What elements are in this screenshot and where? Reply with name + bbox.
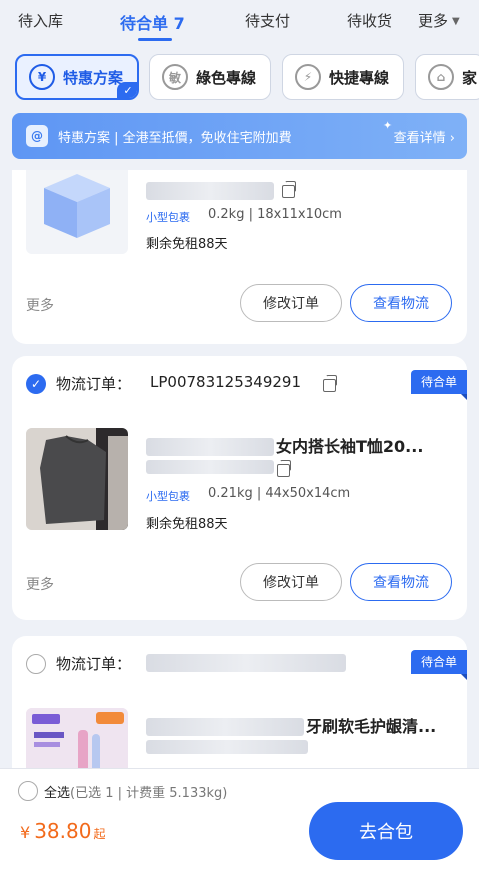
toothbrush-image bbox=[26, 708, 128, 776]
plan-label: 特惠方案 bbox=[63, 68, 124, 87]
product-title: 牙刷软毛护龈清... bbox=[306, 717, 437, 736]
status-badge: 待合单 bbox=[411, 650, 467, 680]
order-number-label: 物流订单： bbox=[56, 375, 132, 393]
modify-order-button[interactable]: 修改订单 bbox=[240, 284, 342, 322]
caret-down-icon: ▼ bbox=[452, 16, 460, 27]
free-storage-days: 剩余免租88天 bbox=[146, 517, 228, 532]
view-logistics-button[interactable]: 查看物流 bbox=[350, 563, 452, 601]
price-suffix: 起 bbox=[93, 827, 106, 841]
lightning-icon: ⚡ bbox=[295, 64, 321, 90]
order-select-checkbox[interactable] bbox=[26, 654, 46, 674]
selection-summary: (已选 1 | 计费重 5.133kg) bbox=[70, 786, 228, 801]
view-logistics-button[interactable]: 查看物流 bbox=[350, 284, 452, 322]
clothing-image bbox=[26, 428, 128, 530]
sensitive-icon: 敏 bbox=[162, 64, 188, 90]
blurred-order-number bbox=[146, 182, 274, 200]
order-status-tabs: 待入库 待合单 7 待支付 待收货 更多 ▼ bbox=[0, 0, 479, 44]
product-thumbnail bbox=[26, 170, 128, 254]
blurred-order-number bbox=[146, 654, 346, 672]
modify-order-button[interactable]: 修改订单 bbox=[240, 563, 342, 601]
promo-icon: @ bbox=[26, 125, 48, 147]
copy-icon[interactable] bbox=[323, 375, 337, 392]
tab-pending-payment[interactable]: 待支付 bbox=[245, 10, 290, 31]
selected-check-icon: ✓ bbox=[117, 82, 137, 98]
promo-banner[interactable]: @ 特惠方案 | 全港至抵價，免收住宅附加費 ✦ 查看详情 › bbox=[12, 113, 467, 159]
package-size-tag: 小型包裹 bbox=[146, 211, 190, 224]
blurred-tracking bbox=[146, 740, 308, 754]
view-details-label: 查看详情 bbox=[393, 130, 446, 146]
copy-icon[interactable] bbox=[277, 460, 291, 477]
blurred-shop-name bbox=[146, 438, 274, 456]
more-options[interactable]: 更多 bbox=[26, 295, 54, 315]
total-price: ¥38.80 起 bbox=[20, 819, 105, 843]
merge-package-button[interactable]: 去合包 bbox=[309, 802, 463, 860]
free-storage-days: 剩余免租88天 bbox=[146, 237, 228, 252]
currency-symbol: ¥ bbox=[20, 823, 31, 842]
select-all-label[interactable]: 全选(已选 1 | 计费重 5.133kg) bbox=[44, 782, 227, 801]
status-badge: 待合单 bbox=[411, 370, 467, 400]
tab-pending-storage[interactable]: 待入库 bbox=[18, 10, 63, 31]
select-all-text: 全选 bbox=[44, 786, 71, 801]
sparkle-icon: ✦ bbox=[383, 119, 393, 132]
more-options[interactable]: 更多 bbox=[26, 574, 54, 594]
order-number: LP00783125349291 bbox=[150, 373, 302, 391]
product-title: 女内搭长袖T恤20... bbox=[276, 437, 424, 456]
order-card: 物流订单： 待合单 牙刷软毛护龈清... bbox=[12, 636, 467, 776]
plan-chip-special-offer[interactable]: ¥ 特惠方案 ✓ bbox=[15, 54, 139, 100]
plan-label: 家 bbox=[462, 68, 478, 87]
package-spec: 0.21kg | 44x50x14cm bbox=[208, 486, 351, 501]
order-card: ✓ 物流订单： LP00783125349291 待合单 女内搭长袖T恤20..… bbox=[12, 356, 467, 620]
plan-chip-green-line[interactable]: 敏 綠色專線 bbox=[149, 54, 271, 100]
plan-chip-furniture[interactable]: ⌂ 家 bbox=[415, 54, 479, 100]
plan-chip-express-line[interactable]: ⚡ 快捷專線 bbox=[282, 54, 404, 100]
checkout-bar: 全选(已选 1 | 计费重 5.133kg) ¥38.80 起 去合包 bbox=[0, 768, 479, 869]
tab-more-label: 更多 bbox=[418, 12, 449, 30]
package-spec: 0.2kg | 18x11x10cm bbox=[208, 207, 342, 222]
tab-pending-receipt[interactable]: 待收货 bbox=[347, 10, 392, 31]
package-box-icon bbox=[44, 174, 110, 238]
yen-icon: ¥ bbox=[29, 64, 55, 90]
product-thumbnail bbox=[26, 428, 128, 530]
blurred-tracking bbox=[146, 460, 274, 474]
view-details-link[interactable]: 查看详情 › bbox=[394, 127, 455, 146]
active-tab-indicator bbox=[138, 38, 172, 41]
blurred-shop-name bbox=[146, 718, 304, 736]
order-select-checkbox[interactable]: ✓ bbox=[26, 374, 46, 394]
order-card: 小型包裹 0.2kg | 18x11x10cm 剩余免租88天 更多 修改订单 … bbox=[12, 170, 467, 344]
plan-label: 快捷專線 bbox=[329, 68, 390, 87]
shipping-plan-selector: ¥ 特惠方案 ✓ 敏 綠色專線 ⚡ 快捷專線 ⌂ 家 bbox=[0, 50, 479, 106]
sofa-icon: ⌂ bbox=[428, 64, 454, 90]
price-value: 38.80 bbox=[34, 819, 92, 843]
tab-more[interactable]: 更多 ▼ bbox=[418, 10, 460, 31]
package-size-tag: 小型包裹 bbox=[146, 490, 190, 503]
plan-label: 綠色專線 bbox=[196, 68, 257, 87]
product-thumbnail bbox=[26, 708, 128, 776]
order-number-label: 物流订单： bbox=[56, 655, 132, 673]
tab-pending-merge[interactable]: 待合单 7 bbox=[120, 10, 185, 34]
promo-text: 特惠方案 | 全港至抵價，免收住宅附加費 bbox=[58, 130, 292, 146]
copy-icon[interactable] bbox=[282, 181, 296, 198]
select-all-checkbox[interactable] bbox=[18, 781, 38, 801]
